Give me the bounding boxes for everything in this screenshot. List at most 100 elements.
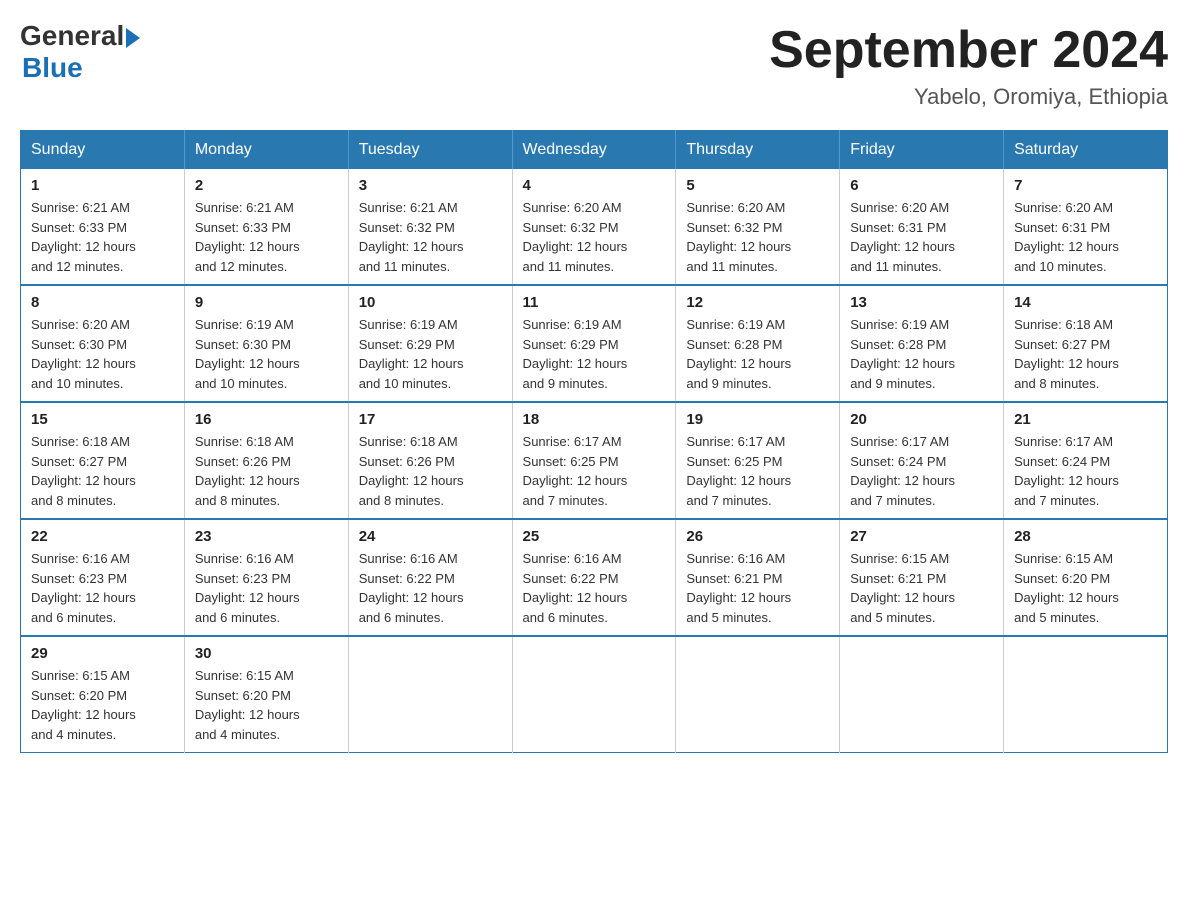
calendar-cell: 11 Sunrise: 6:19 AM Sunset: 6:29 PM Dayl… [512, 285, 676, 402]
day-number: 22 [31, 528, 174, 545]
day-info: Sunrise: 6:16 AM Sunset: 6:23 PM Dayligh… [31, 549, 174, 627]
day-number: 19 [686, 411, 829, 428]
day-number: 15 [31, 411, 174, 428]
calendar-cell [840, 636, 1004, 753]
calendar-cell: 10 Sunrise: 6:19 AM Sunset: 6:29 PM Dayl… [348, 285, 512, 402]
day-number: 24 [359, 528, 502, 545]
calendar-cell: 27 Sunrise: 6:15 AM Sunset: 6:21 PM Dayl… [840, 519, 1004, 636]
day-number: 8 [31, 294, 174, 311]
calendar-week-row: 22 Sunrise: 6:16 AM Sunset: 6:23 PM Dayl… [21, 519, 1168, 636]
logo-general: General [20, 20, 124, 52]
day-info: Sunrise: 6:15 AM Sunset: 6:20 PM Dayligh… [31, 666, 174, 744]
day-info: Sunrise: 6:19 AM Sunset: 6:28 PM Dayligh… [850, 315, 993, 393]
day-number: 4 [523, 177, 666, 194]
weekday-header-monday: Monday [184, 131, 348, 170]
calendar-cell: 17 Sunrise: 6:18 AM Sunset: 6:26 PM Dayl… [348, 402, 512, 519]
calendar-cell: 15 Sunrise: 6:18 AM Sunset: 6:27 PM Dayl… [21, 402, 185, 519]
calendar-week-row: 1 Sunrise: 6:21 AM Sunset: 6:33 PM Dayli… [21, 169, 1168, 285]
calendar-week-row: 8 Sunrise: 6:20 AM Sunset: 6:30 PM Dayli… [21, 285, 1168, 402]
day-number: 25 [523, 528, 666, 545]
calendar-cell: 20 Sunrise: 6:17 AM Sunset: 6:24 PM Dayl… [840, 402, 1004, 519]
weekday-header-row: SundayMondayTuesdayWednesdayThursdayFrid… [21, 131, 1168, 170]
day-info: Sunrise: 6:18 AM Sunset: 6:27 PM Dayligh… [31, 432, 174, 510]
calendar-cell: 5 Sunrise: 6:20 AM Sunset: 6:32 PM Dayli… [676, 169, 840, 285]
day-info: Sunrise: 6:16 AM Sunset: 6:22 PM Dayligh… [359, 549, 502, 627]
calendar-cell [512, 636, 676, 753]
day-info: Sunrise: 6:19 AM Sunset: 6:29 PM Dayligh… [359, 315, 502, 393]
day-info: Sunrise: 6:20 AM Sunset: 6:32 PM Dayligh… [686, 198, 829, 276]
day-number: 18 [523, 411, 666, 428]
day-number: 6 [850, 177, 993, 194]
logo-arrow-icon [126, 28, 140, 48]
calendar-cell: 26 Sunrise: 6:16 AM Sunset: 6:21 PM Dayl… [676, 519, 840, 636]
day-info: Sunrise: 6:16 AM Sunset: 6:22 PM Dayligh… [523, 549, 666, 627]
day-number: 21 [1014, 411, 1157, 428]
calendar-cell: 13 Sunrise: 6:19 AM Sunset: 6:28 PM Dayl… [840, 285, 1004, 402]
day-info: Sunrise: 6:15 AM Sunset: 6:20 PM Dayligh… [1014, 549, 1157, 627]
day-info: Sunrise: 6:20 AM Sunset: 6:30 PM Dayligh… [31, 315, 174, 393]
day-number: 26 [686, 528, 829, 545]
day-number: 30 [195, 645, 338, 662]
calendar-week-row: 15 Sunrise: 6:18 AM Sunset: 6:27 PM Dayl… [21, 402, 1168, 519]
calendar-cell: 8 Sunrise: 6:20 AM Sunset: 6:30 PM Dayli… [21, 285, 185, 402]
calendar-cell: 16 Sunrise: 6:18 AM Sunset: 6:26 PM Dayl… [184, 402, 348, 519]
calendar-cell: 29 Sunrise: 6:15 AM Sunset: 6:20 PM Dayl… [21, 636, 185, 753]
day-info: Sunrise: 6:17 AM Sunset: 6:25 PM Dayligh… [686, 432, 829, 510]
weekday-header-tuesday: Tuesday [348, 131, 512, 170]
day-number: 10 [359, 294, 502, 311]
calendar-cell: 9 Sunrise: 6:19 AM Sunset: 6:30 PM Dayli… [184, 285, 348, 402]
day-info: Sunrise: 6:20 AM Sunset: 6:31 PM Dayligh… [1014, 198, 1157, 276]
calendar-table: SundayMondayTuesdayWednesdayThursdayFrid… [20, 130, 1168, 753]
day-number: 17 [359, 411, 502, 428]
calendar-cell: 1 Sunrise: 6:21 AM Sunset: 6:33 PM Dayli… [21, 169, 185, 285]
day-number: 27 [850, 528, 993, 545]
logo-blue: Blue [22, 52, 83, 84]
calendar-cell: 2 Sunrise: 6:21 AM Sunset: 6:33 PM Dayli… [184, 169, 348, 285]
calendar-cell: 12 Sunrise: 6:19 AM Sunset: 6:28 PM Dayl… [676, 285, 840, 402]
calendar-title: September 2024 [769, 20, 1168, 80]
calendar-cell: 6 Sunrise: 6:20 AM Sunset: 6:31 PM Dayli… [840, 169, 1004, 285]
calendar-cell: 19 Sunrise: 6:17 AM Sunset: 6:25 PM Dayl… [676, 402, 840, 519]
day-number: 7 [1014, 177, 1157, 194]
weekday-header-sunday: Sunday [21, 131, 185, 170]
logo: General Blue [20, 20, 140, 84]
weekday-header-friday: Friday [840, 131, 1004, 170]
day-info: Sunrise: 6:20 AM Sunset: 6:31 PM Dayligh… [850, 198, 993, 276]
day-number: 23 [195, 528, 338, 545]
calendar-week-row: 29 Sunrise: 6:15 AM Sunset: 6:20 PM Dayl… [21, 636, 1168, 753]
day-info: Sunrise: 6:15 AM Sunset: 6:20 PM Dayligh… [195, 666, 338, 744]
day-number: 14 [1014, 294, 1157, 311]
day-info: Sunrise: 6:17 AM Sunset: 6:25 PM Dayligh… [523, 432, 666, 510]
calendar-cell [1004, 636, 1168, 753]
calendar-subtitle: Yabelo, Oromiya, Ethiopia [769, 84, 1168, 110]
calendar-cell: 4 Sunrise: 6:20 AM Sunset: 6:32 PM Dayli… [512, 169, 676, 285]
calendar-cell: 22 Sunrise: 6:16 AM Sunset: 6:23 PM Dayl… [21, 519, 185, 636]
calendar-cell: 23 Sunrise: 6:16 AM Sunset: 6:23 PM Dayl… [184, 519, 348, 636]
day-number: 11 [523, 294, 666, 311]
day-info: Sunrise: 6:20 AM Sunset: 6:32 PM Dayligh… [523, 198, 666, 276]
day-info: Sunrise: 6:21 AM Sunset: 6:33 PM Dayligh… [31, 198, 174, 276]
day-info: Sunrise: 6:15 AM Sunset: 6:21 PM Dayligh… [850, 549, 993, 627]
day-number: 1 [31, 177, 174, 194]
day-info: Sunrise: 6:16 AM Sunset: 6:23 PM Dayligh… [195, 549, 338, 627]
weekday-header-saturday: Saturday [1004, 131, 1168, 170]
day-number: 20 [850, 411, 993, 428]
calendar-cell: 24 Sunrise: 6:16 AM Sunset: 6:22 PM Dayl… [348, 519, 512, 636]
calendar-cell [676, 636, 840, 753]
day-number: 12 [686, 294, 829, 311]
calendar-cell: 3 Sunrise: 6:21 AM Sunset: 6:32 PM Dayli… [348, 169, 512, 285]
calendar-cell: 30 Sunrise: 6:15 AM Sunset: 6:20 PM Dayl… [184, 636, 348, 753]
calendar-cell: 7 Sunrise: 6:20 AM Sunset: 6:31 PM Dayli… [1004, 169, 1168, 285]
calendar-cell: 21 Sunrise: 6:17 AM Sunset: 6:24 PM Dayl… [1004, 402, 1168, 519]
day-number: 5 [686, 177, 829, 194]
day-number: 16 [195, 411, 338, 428]
day-number: 29 [31, 645, 174, 662]
calendar-cell: 14 Sunrise: 6:18 AM Sunset: 6:27 PM Dayl… [1004, 285, 1168, 402]
day-number: 28 [1014, 528, 1157, 545]
day-info: Sunrise: 6:19 AM Sunset: 6:28 PM Dayligh… [686, 315, 829, 393]
page-header: General Blue September 2024 Yabelo, Orom… [20, 20, 1168, 110]
title-section: September 2024 Yabelo, Oromiya, Ethiopia [769, 20, 1168, 110]
day-info: Sunrise: 6:18 AM Sunset: 6:27 PM Dayligh… [1014, 315, 1157, 393]
calendar-cell [348, 636, 512, 753]
weekday-header-thursday: Thursday [676, 131, 840, 170]
